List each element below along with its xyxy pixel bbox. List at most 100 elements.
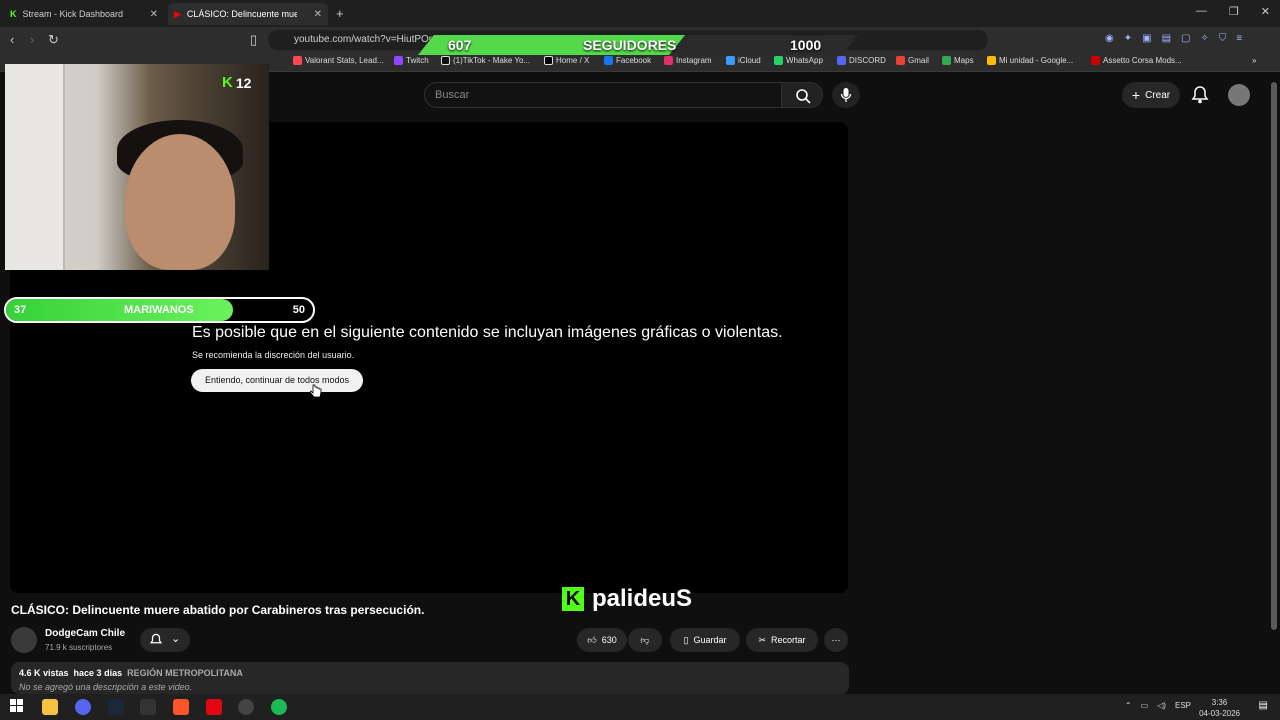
bookmark-instagram[interactable]: Instagram [664,56,712,65]
close-icon[interactable]: ✕ [150,9,158,20]
kick-favicon-icon: K [10,9,17,19]
video-meta: 4.6 K vistas hace 3 días REGIÓN METROPOL… [19,668,841,678]
video-title: CLÁSICO: Delincuente muere abatido por C… [11,603,425,617]
tab-label: Stream - Kick Dashboard [22,9,124,19]
bookmark-discord[interactable]: DISCORD [837,56,886,65]
voice-search-button[interactable] [832,82,860,108]
bookmark-tiktok[interactable]: (1)TikTok - Make Yo... [441,56,530,65]
kick-logo-icon: K [222,74,233,91]
notifications-bell-icon[interactable] [1190,85,1210,105]
discord-icon[interactable] [75,699,91,715]
bookmark-assetto-corsa[interactable]: Assetto Corsa Mods... [1091,56,1182,65]
mic-icon [840,88,852,102]
reload-icon[interactable]: ↻ [48,32,59,48]
mariwanos-target: 50 [292,304,305,316]
bookmark-google-drive[interactable]: Mi unidad - Google... [987,56,1073,65]
steam-icon[interactable] [108,699,124,715]
like-button[interactable]: 👍︎ 630 [577,628,627,652]
webcam-face [125,134,235,270]
hand-cursor-icon [310,384,322,398]
followers-current: 607 [448,37,472,53]
tab-youtube-video[interactable]: ▶ CLÁSICO: Delincuente muere ab ✕ [168,3,328,25]
brave-browser-icon[interactable] [173,699,189,715]
save-button[interactable]: ▯ Guardar [670,628,740,652]
network-icon[interactable]: ▭ [1141,701,1149,710]
account-avatar[interactable] [1228,84,1250,106]
viewer-count-badge: K 12 [222,74,251,91]
window-controls: — ❐ ✕ [1196,5,1270,18]
extension-icon[interactable]: ▣ [1142,33,1151,44]
video-description[interactable]: 4.6 K vistas hace 3 días REGIÓN METROPOL… [11,662,849,694]
bookmark-icloud[interactable]: iCloud [726,56,761,65]
volume-icon[interactable]: ◁) [1157,701,1166,710]
description-text: No se agregó una descripción a este vide… [19,682,193,692]
channel-avatar[interactable] [11,627,37,653]
spotify-icon[interactable] [271,699,287,715]
chevron-up-icon[interactable]: ⌃ [1125,701,1132,710]
chevron-down-icon: ⌄ [171,633,181,645]
epic-games-icon[interactable] [140,699,156,715]
thumbs-down-icon: 👎︎ [640,634,650,645]
bookmark-x[interactable]: Home / X [544,56,589,65]
close-window-icon[interactable]: ✕ [1261,5,1270,18]
tab-kick-dashboard[interactable]: K Stream - Kick Dashboard ✕ [4,3,164,25]
minimize-icon[interactable]: — [1196,5,1207,18]
more-horizontal-icon: ⋯ [831,634,841,645]
bookmark-twitch[interactable]: Twitch [394,56,429,65]
bookmark-maps[interactable]: Maps [942,56,974,65]
bookmark-valorant[interactable]: Valorant Stats, Lead... [293,56,384,65]
bookmark-gmail[interactable]: Gmail [896,56,929,65]
clip-button[interactable]: ✂ Recortar [746,628,818,652]
channel-subscribers: 71.9 k suscriptores [45,643,113,652]
forward-icon[interactable]: › [30,32,34,47]
clock-time: 3:36 [1211,698,1228,707]
location-tag[interactable]: REGIÓN METROPOLITANA [127,668,243,678]
mariwanos-current: 37 [14,304,27,316]
extensions-area: ◉ ✦ ▣ ▤ ▢ ✧ ⛉ ≡ [1105,33,1242,44]
youtube-favicon-icon: ▶ [174,8,181,19]
channel-name[interactable]: DodgeCam Chile [45,628,125,639]
back-icon[interactable]: ‹ [10,32,14,47]
more-bookmarks-icon[interactable]: » [1252,56,1256,65]
more-actions-button[interactable]: ⋯ [824,628,848,652]
mariwanos-goal-fill [6,299,234,321]
save-label: Guardar [693,635,727,645]
notifications-icon[interactable]: ▤ [1259,700,1268,711]
shield-icon[interactable]: ⛉ [1219,33,1227,44]
extension-icon[interactable]: ✦ [1124,33,1132,44]
streamer-webcam [5,64,269,270]
app-icon[interactable] [206,699,222,715]
continue-anyway-button[interactable]: Entiendo, continuar de todos modos [191,369,363,392]
mariwanos-label: MARIWANOS [124,304,194,316]
dislike-button[interactable]: 👎︎ [628,628,662,652]
kick-logo-icon: K [562,587,584,611]
followers-target: 1000 [790,37,822,53]
new-tab-icon[interactable]: + [336,6,344,21]
menu-icon[interactable]: ≡ [1236,33,1242,44]
viewer-count: 12 [235,74,252,91]
bookmark-facebook[interactable]: Facebook [604,56,651,65]
search-input[interactable]: Buscar [424,82,782,108]
bookmark-icon: ▯ [683,634,689,645]
app-icon[interactable] [238,699,254,715]
bookmark-whatsapp[interactable]: WhatsApp [774,56,823,65]
plus-icon: + [1131,87,1141,103]
view-count: 4.6 K vistas [19,668,69,678]
search-button[interactable] [781,82,823,108]
extension-icon[interactable]: ◉ [1105,33,1114,44]
close-icon[interactable]: ✕ [314,9,322,20]
bookmark-icon[interactable]: ▯ [250,32,257,48]
restore-icon[interactable]: ❐ [1229,5,1239,18]
sidebar-icon[interactable]: ▤ [1162,33,1171,44]
language-indicator[interactable]: ESP [1175,701,1191,710]
create-button[interactable]: + Crear [1122,82,1180,108]
subscription-bell-button[interactable]: ⌄ [140,628,190,652]
file-explorer-icon[interactable] [42,699,58,715]
clock[interactable]: 3:36 04-03-2026 [1199,697,1240,719]
windows-start-icon[interactable] [10,699,26,715]
streamer-name: palideuS [592,585,693,612]
ai-icon[interactable]: ✧ [1200,33,1208,44]
upload-date: hace 3 días [73,668,123,678]
page-scrollbar[interactable] [1271,82,1277,630]
wallet-icon[interactable]: ▢ [1181,33,1190,44]
